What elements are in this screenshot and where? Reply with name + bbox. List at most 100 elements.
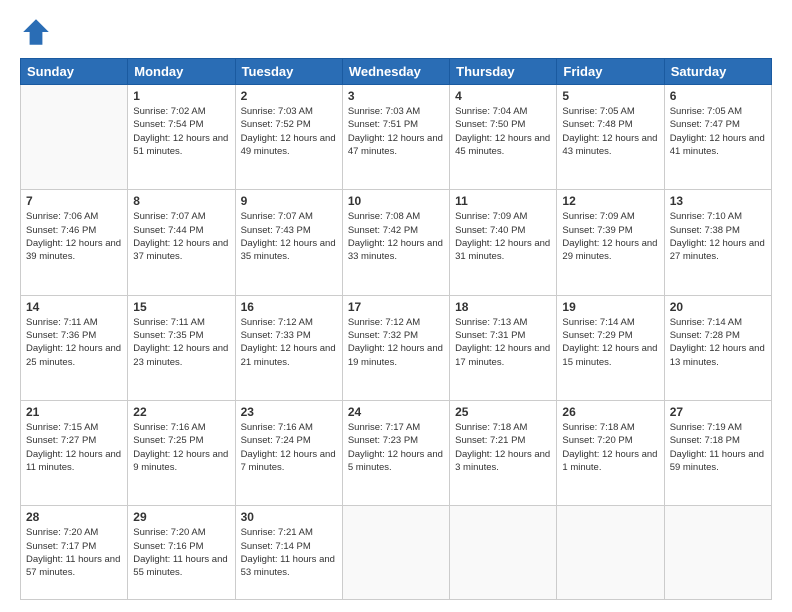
calendar-cell: 17Sunrise: 7:12 AMSunset: 7:32 PMDayligh… <box>342 295 449 400</box>
week-row-4: 21Sunrise: 7:15 AMSunset: 7:27 PMDayligh… <box>21 401 772 506</box>
day-number: 25 <box>455 405 551 419</box>
header <box>20 16 772 48</box>
day-number: 26 <box>562 405 658 419</box>
calendar-cell: 26 Sunrise: 7:18 AMSunset: 7:20 PMDayligh… <box>557 401 664 506</box>
day-number: 28 <box>26 510 122 524</box>
cell-info: Sunrise: 7:19 AMSunset: 7:18 PMDaylight:… <box>670 421 766 474</box>
cell-info: Sunrise: 7:08 AMSunset: 7:42 PMDaylight:… <box>348 210 444 263</box>
calendar-cell: 14 Sunrise: 7:11 AMSunset: 7:36 PMDayligh… <box>21 295 128 400</box>
calendar-table: SundayMondayTuesdayWednesdayThursdayFrid… <box>20 58 772 600</box>
cell-info: Sunrise: 7:02 AMSunset: 7:54 PMDaylight:… <box>133 105 229 158</box>
cell-info: Sunrise: 7:06 AMSunset: 7:46 PMDaylight:… <box>26 210 122 263</box>
cell-info: Sunrise: 7:07 AMSunset: 7:43 PMDaylight:… <box>241 210 337 263</box>
day-number: 5 <box>562 89 658 103</box>
cell-info: Sunrise: 7:03 AMSunset: 7:51 PMDaylight:… <box>348 105 444 158</box>
cell-info: Sunrise: 7:03 AMSunset: 7:52 PMDaylight:… <box>241 105 337 158</box>
calendar-cell: 8 Sunrise: 7:07 AMSunset: 7:44 PMDaylight… <box>128 190 235 295</box>
day-number: 6 <box>670 89 766 103</box>
day-header-saturday: Saturday <box>664 59 771 85</box>
day-number: 14 <box>26 300 122 314</box>
week-row-3: 14 Sunrise: 7:11 AMSunset: 7:36 PMDayligh… <box>21 295 772 400</box>
day-header-friday: Friday <box>557 59 664 85</box>
cell-info: Sunrise: 7:14 AMSunset: 7:29 PMDaylight:… <box>562 316 658 369</box>
day-number: 24 <box>348 405 444 419</box>
day-number: 2 <box>241 89 337 103</box>
cell-info: Sunrise: 7:14 AMSunset: 7:28 PMDaylight:… <box>670 316 766 369</box>
calendar-cell: 15 Sunrise: 7:11 AMSunset: 7:35 PMDayligh… <box>128 295 235 400</box>
calendar-cell: 12Sunrise: 7:09 AMSunset: 7:39 PMDayligh… <box>557 190 664 295</box>
day-number: 21 <box>26 405 122 419</box>
day-number: 27 <box>670 405 766 419</box>
calendar-cell: 11 Sunrise: 7:09 AMSunset: 7:40 PMDayligh… <box>450 190 557 295</box>
day-number: 1 <box>133 89 229 103</box>
calendar-cell: 7 Sunrise: 7:06 AMSunset: 7:46 PMDaylight… <box>21 190 128 295</box>
calendar-cell: 9 Sunrise: 7:07 AMSunset: 7:43 PMDaylight… <box>235 190 342 295</box>
calendar-cell: 22Sunrise: 7:16 AMSunset: 7:25 PMDayligh… <box>128 401 235 506</box>
calendar-page: SundayMondayTuesdayWednesdayThursdayFrid… <box>0 0 792 612</box>
cell-info: Sunrise: 7:18 AMSunset: 7:21 PMDaylight:… <box>455 421 551 474</box>
calendar-cell: 10 Sunrise: 7:08 AMSunset: 7:42 PMDayligh… <box>342 190 449 295</box>
day-header-wednesday: Wednesday <box>342 59 449 85</box>
cell-info: Sunrise: 7:21 AMSunset: 7:14 PMDaylight:… <box>241 526 337 579</box>
calendar-cell: 18 Sunrise: 7:13 AMSunset: 7:31 PMDayligh… <box>450 295 557 400</box>
day-number: 19 <box>562 300 658 314</box>
cell-info: Sunrise: 7:09 AMSunset: 7:39 PMDaylight:… <box>562 210 658 263</box>
calendar-cell: 3 Sunrise: 7:03 AMSunset: 7:51 PMDaylight… <box>342 85 449 190</box>
days-header-row: SundayMondayTuesdayWednesdayThursdayFrid… <box>21 59 772 85</box>
calendar-cell: 1 Sunrise: 7:02 AMSunset: 7:54 PMDaylight… <box>128 85 235 190</box>
cell-info: Sunrise: 7:07 AMSunset: 7:44 PMDaylight:… <box>133 210 229 263</box>
cell-info: Sunrise: 7:10 AMSunset: 7:38 PMDaylight:… <box>670 210 766 263</box>
cell-info: Sunrise: 7:11 AMSunset: 7:36 PMDaylight:… <box>26 316 122 369</box>
cell-info: Sunrise: 7:05 AMSunset: 7:47 PMDaylight:… <box>670 105 766 158</box>
cell-info: Sunrise: 7:16 AMSunset: 7:24 PMDaylight:… <box>241 421 337 474</box>
calendar-cell <box>557 506 664 600</box>
day-number: 23 <box>241 405 337 419</box>
cell-info: Sunrise: 7:18 AMSunset: 7:20 PMDaylight:… <box>562 421 658 474</box>
calendar-cell <box>664 506 771 600</box>
day-number: 30 <box>241 510 337 524</box>
calendar-cell: 29 Sunrise: 7:20 AMSunset: 7:16 PMDayligh… <box>128 506 235 600</box>
day-header-tuesday: Tuesday <box>235 59 342 85</box>
calendar-cell: 6 Sunrise: 7:05 AMSunset: 7:47 PMDaylight… <box>664 85 771 190</box>
day-number: 7 <box>26 194 122 208</box>
cell-info: Sunrise: 7:20 AMSunset: 7:17 PMDaylight:… <box>26 526 122 579</box>
cell-info: Sunrise: 7:05 AMSunset: 7:48 PMDaylight:… <box>562 105 658 158</box>
cell-info: Sunrise: 7:11 AMSunset: 7:35 PMDaylight:… <box>133 316 229 369</box>
day-number: 20 <box>670 300 766 314</box>
day-number: 3 <box>348 89 444 103</box>
calendar-cell: 28 Sunrise: 7:20 AMSunset: 7:17 PMDayligh… <box>21 506 128 600</box>
calendar-cell: 30 Sunrise: 7:21 AMSunset: 7:14 PMDayligh… <box>235 506 342 600</box>
cell-info: Sunrise: 7:04 AMSunset: 7:50 PMDaylight:… <box>455 105 551 158</box>
cell-info: Sunrise: 7:17 AMSunset: 7:23 PMDaylight:… <box>348 421 444 474</box>
calendar-cell: 16 Sunrise: 7:12 AMSunset: 7:33 PMDayligh… <box>235 295 342 400</box>
logo <box>20 16 56 48</box>
cell-info: Sunrise: 7:12 AMSunset: 7:32 PMDaylight:… <box>348 316 444 369</box>
calendar-cell: 23 Sunrise: 7:16 AMSunset: 7:24 PMDayligh… <box>235 401 342 506</box>
calendar-cell <box>342 506 449 600</box>
calendar-cell: 13 Sunrise: 7:10 AMSunset: 7:38 PMDayligh… <box>664 190 771 295</box>
calendar-cell <box>450 506 557 600</box>
day-header-monday: Monday <box>128 59 235 85</box>
day-number: 22 <box>133 405 229 419</box>
day-number: 29 <box>133 510 229 524</box>
day-number: 16 <box>241 300 337 314</box>
week-row-1: 1 Sunrise: 7:02 AMSunset: 7:54 PMDaylight… <box>21 85 772 190</box>
calendar-cell: 19 Sunrise: 7:14 AMSunset: 7:29 PMDayligh… <box>557 295 664 400</box>
day-number: 9 <box>241 194 337 208</box>
day-number: 18 <box>455 300 551 314</box>
day-number: 11 <box>455 194 551 208</box>
cell-info: Sunrise: 7:13 AMSunset: 7:31 PMDaylight:… <box>455 316 551 369</box>
day-number: 15 <box>133 300 229 314</box>
day-number: 8 <box>133 194 229 208</box>
day-number: 10 <box>348 194 444 208</box>
calendar-cell: 2 Sunrise: 7:03 AMSunset: 7:52 PMDaylight… <box>235 85 342 190</box>
week-row-5: 28 Sunrise: 7:20 AMSunset: 7:17 PMDayligh… <box>21 506 772 600</box>
day-header-thursday: Thursday <box>450 59 557 85</box>
cell-info: Sunrise: 7:09 AMSunset: 7:40 PMDaylight:… <box>455 210 551 263</box>
day-header-sunday: Sunday <box>21 59 128 85</box>
cell-info: Sunrise: 7:20 AMSunset: 7:16 PMDaylight:… <box>133 526 229 579</box>
calendar-cell: 25 Sunrise: 7:18 AMSunset: 7:21 PMDayligh… <box>450 401 557 506</box>
day-number: 13 <box>670 194 766 208</box>
cell-info: Sunrise: 7:12 AMSunset: 7:33 PMDaylight:… <box>241 316 337 369</box>
calendar-cell: 20 Sunrise: 7:14 AMSunset: 7:28 PMDayligh… <box>664 295 771 400</box>
